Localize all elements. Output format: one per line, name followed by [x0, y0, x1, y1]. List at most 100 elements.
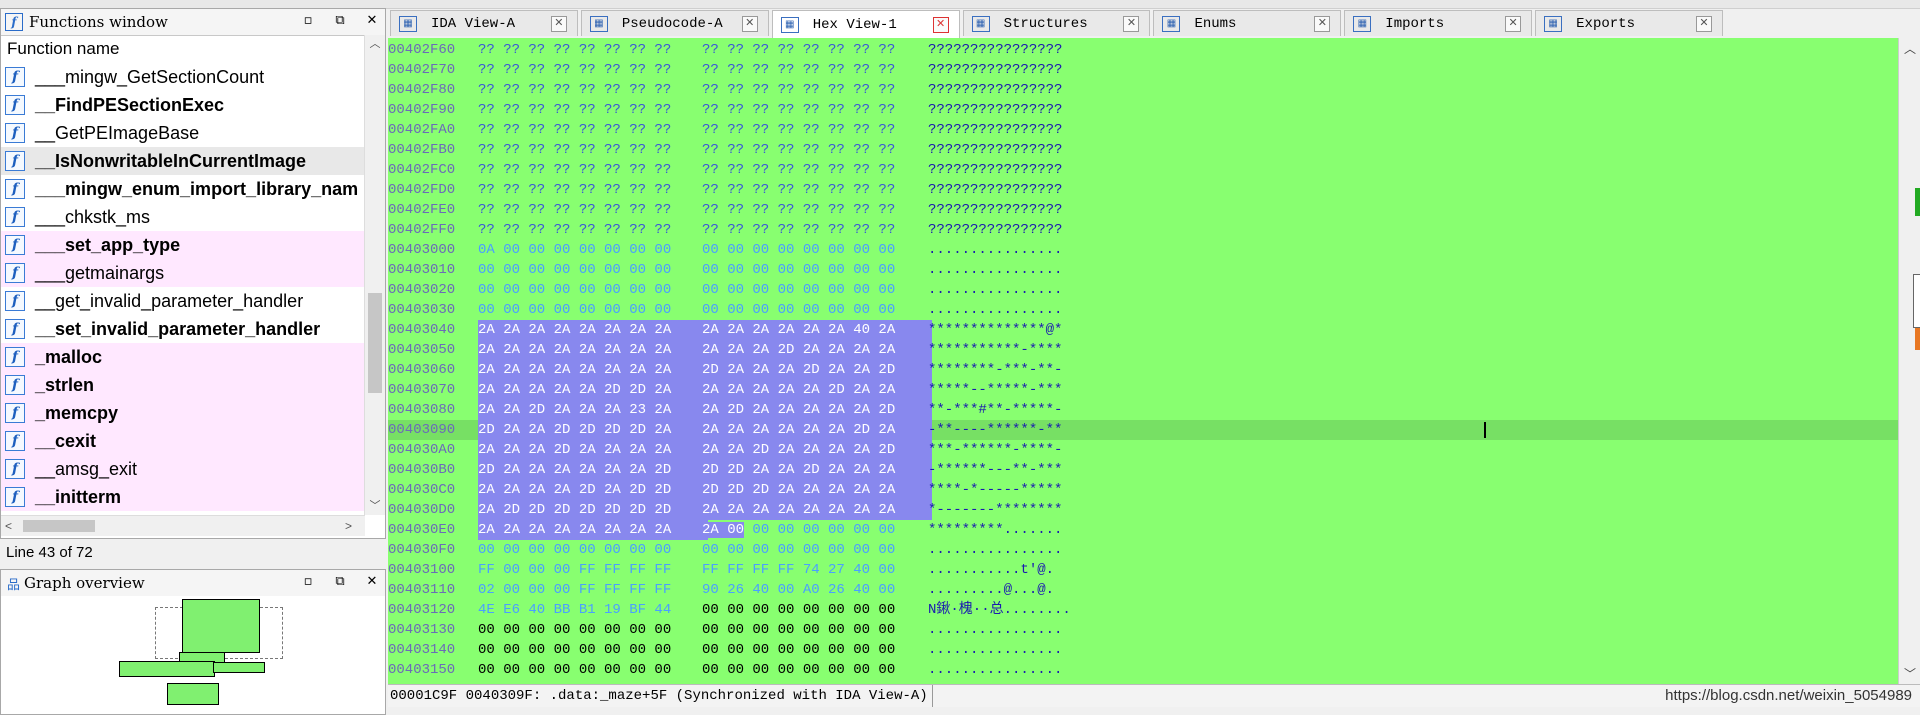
- function-list-item[interactable]: f ___chkstk_ms: [1, 203, 365, 231]
- hex-ascii[interactable]: ????????????????: [928, 180, 1062, 200]
- hex-bytes-group-2[interactable]: 00 00 00 00 00 00 00 00: [702, 280, 932, 300]
- tab-ida-view[interactable]: ▦ IDA View-A ✕: [390, 10, 578, 36]
- hex-bytes-group-2[interactable]: ?? ?? ?? ?? ?? ?? ?? ??: [702, 120, 932, 140]
- hex-bytes-group-2[interactable]: 2A 2A 2A 2A 2A 2D 2A 2A: [702, 380, 932, 400]
- tab-imports[interactable]: ▦ Imports ✕: [1344, 10, 1533, 36]
- hex-bytes-group-2[interactable]: 2D 2A 2A 2A 2D 2A 2A 2D: [702, 360, 932, 380]
- scroll-up-icon[interactable]: ︿: [365, 35, 385, 53]
- hex-bytes-group-1[interactable]: ?? ?? ?? ?? ?? ?? ?? ??: [478, 100, 708, 120]
- hex-bytes-group-2[interactable]: 2A 2A 2A 2A 2A 2A 2A 2A: [702, 500, 932, 520]
- hex-row[interactable]: 00402FB0 ?? ?? ?? ?? ?? ?? ?? ???? ?? ?? …: [388, 140, 1898, 160]
- hex-bytes-group-1[interactable]: 2A 2A 2A 2A 2A 2A 2A 2A: [478, 520, 708, 540]
- function-list-horizontal-scrollbar[interactable]: < >: [1, 515, 365, 536]
- hex-bytes-group-2[interactable]: 00 00 00 00 00 00 00 00: [702, 540, 932, 560]
- hex-ascii[interactable]: ................: [928, 620, 1062, 640]
- hex-bytes-group-1[interactable]: 00 00 00 00 00 00 00 00: [478, 260, 708, 280]
- function-name-column-header[interactable]: Function name: [1, 35, 371, 63]
- hex-bytes-group-1[interactable]: ?? ?? ?? ?? ?? ?? ?? ??: [478, 200, 708, 220]
- hex-bytes-group-2[interactable]: 2A 2D 2A 2A 2A 2A 2A 2D: [702, 400, 932, 420]
- minimize-icon[interactable]: ▫: [301, 574, 315, 589]
- hex-bytes-group-1[interactable]: 00 00 00 00 00 00 00 00: [478, 620, 708, 640]
- close-icon[interactable]: ✕: [365, 574, 379, 589]
- hex-bytes-group-1[interactable]: 00 00 00 00 00 00 00 00: [478, 660, 708, 680]
- hex-bytes-group-1[interactable]: 00 00 00 00 00 00 00 00: [478, 300, 708, 320]
- hex-row[interactable]: 004030B0 2D 2A 2A 2A 2A 2A 2A 2D 2D 2D 2A …: [388, 460, 1898, 480]
- hex-bytes-group-1[interactable]: 0A 00 00 00 00 00 00 00: [478, 240, 708, 260]
- float-icon[interactable]: ⧉: [333, 574, 347, 589]
- hex-row[interactable]: 00403120 4E E6 40 BB B1 19 BF 44 00 00 00 …: [388, 600, 1898, 620]
- hex-ascii[interactable]: ................: [928, 240, 1062, 260]
- hex-row[interactable]: 00403000 0A 00 00 00 00 00 00 00 00 00 00 …: [388, 240, 1898, 260]
- hex-row[interactable]: 004030A0 2A 2A 2A 2D 2A 2A 2A 2A 2A 2A 2D …: [388, 440, 1898, 460]
- hex-bytes-group-2[interactable]: 00 00 00 00 00 00 00 00: [702, 240, 932, 260]
- tab-close-icon[interactable]: ✕: [932, 16, 949, 33]
- function-list-item[interactable]: f __cexit: [1, 427, 365, 455]
- hex-row[interactable]: 00403020 00 00 00 00 00 00 00 00 00 00 00 …: [388, 280, 1898, 300]
- function-list-item[interactable]: f __get_invalid_parameter_handler: [1, 287, 365, 315]
- hex-bytes-group-2[interactable]: ?? ?? ?? ?? ?? ?? ?? ??: [702, 40, 932, 60]
- tab-pseudocode[interactable]: ▦ Pseudocode-A ✕: [580, 10, 769, 36]
- hex-ascii[interactable]: -**----******-**: [928, 420, 1062, 440]
- hex-row[interactable]: 00402FC0 ?? ?? ?? ?? ?? ?? ?? ???? ?? ?? …: [388, 160, 1898, 180]
- function-list-vertical-scrollbar[interactable]: ︿ ﹀: [364, 35, 385, 515]
- hex-bytes-group-2[interactable]: 2D 2D 2A 2A 2D 2A 2A 2A: [702, 460, 932, 480]
- hex-ascii[interactable]: *********.......: [928, 520, 1062, 540]
- scrollbar-thumb[interactable]: [1913, 274, 1920, 328]
- hex-bytes-group-1[interactable]: ?? ?? ?? ?? ?? ?? ?? ??: [478, 180, 708, 200]
- hex-row[interactable]: 004030F0 00 00 00 00 00 00 00 00 00 00 00 …: [388, 540, 1898, 560]
- hex-row[interactable]: 00402F70 ?? ?? ?? ?? ?? ?? ?? ???? ?? ?? …: [388, 60, 1898, 80]
- hex-bytes-group-2[interactable]: 90 26 40 00 A0 26 40 00: [702, 580, 932, 600]
- hex-bytes-group-2[interactable]: 2A 2A 2D 2A 2A 2A 2A 2D: [702, 440, 932, 460]
- scroll-left-icon[interactable]: <: [5, 516, 12, 536]
- hex-bytes-group-2[interactable]: 2A 2A 2A 2A 2A 2A 40 2A: [702, 320, 932, 340]
- hex-bytes-group-1[interactable]: 2A 2A 2A 2A 2A 2A 2A 2A: [478, 360, 708, 380]
- tab-structures[interactable]: ▦ Structures ✕: [962, 10, 1151, 36]
- minimize-icon[interactable]: ▫: [301, 13, 315, 28]
- hex-row[interactable]: 00402FA0 ?? ?? ?? ?? ?? ?? ?? ???? ?? ?? …: [388, 120, 1898, 140]
- hex-bytes-group-2[interactable]: ?? ?? ?? ?? ?? ?? ?? ??: [702, 60, 932, 80]
- hex-row[interactable]: 004030C0 2A 2A 2A 2A 2D 2A 2D 2D 2D 2D 2D …: [388, 480, 1898, 500]
- hex-ascii[interactable]: ................: [928, 660, 1062, 680]
- hex-ascii[interactable]: ...........t'@.: [928, 560, 1054, 580]
- hex-bytes-group-1[interactable]: 2A 2A 2A 2A 2A 2A 2A 2A: [478, 320, 708, 340]
- hex-bytes-group-2[interactable]: ?? ?? ?? ?? ?? ?? ?? ??: [702, 80, 932, 100]
- hex-bytes-group-2[interactable]: ?? ?? ?? ?? ?? ?? ?? ??: [702, 100, 932, 120]
- hex-bytes-group-1[interactable]: 00 00 00 00 00 00 00 00: [478, 280, 708, 300]
- hex-bytes-group-2[interactable]: 2A 2A 2A 2D 2A 2A 2A 2A: [702, 340, 932, 360]
- tab-enums[interactable]: ▦ Enums ✕: [1153, 10, 1342, 36]
- hex-bytes-group-1[interactable]: 2A 2A 2A 2A 2A 2D 2D 2A: [478, 380, 708, 400]
- tab-close-icon[interactable]: ✕: [1314, 15, 1331, 32]
- hex-ascii[interactable]: ????????????????: [928, 200, 1062, 220]
- hex-bytes-group-1[interactable]: ?? ?? ?? ?? ?? ?? ?? ??: [478, 220, 708, 240]
- hex-row[interactable]: 00403110 02 00 00 00 FF FF FF FF 90 26 40 …: [388, 580, 1898, 600]
- hex-ascii[interactable]: N鍬·槐··总........: [928, 600, 1071, 620]
- hex-bytes-group-1[interactable]: 2A 2D 2D 2D 2D 2D 2D 2D: [478, 500, 708, 520]
- hex-ascii[interactable]: ????????????????: [928, 160, 1062, 180]
- function-list-item[interactable]: f ___mingw_GetSectionCount: [1, 63, 365, 91]
- hex-ascii[interactable]: *****--*****-***: [928, 380, 1062, 400]
- hex-bytes-group-1[interactable]: ?? ?? ?? ?? ?? ?? ?? ??: [478, 80, 708, 100]
- hex-bytes-group-2[interactable]: 00 00 00 00 00 00 00 00: [702, 260, 932, 280]
- hex-bytes-group-1[interactable]: 2D 2A 2A 2D 2D 2D 2D 2A: [478, 420, 708, 440]
- function-list-item[interactable]: f __GetPEImageBase: [1, 119, 365, 147]
- hex-ascii[interactable]: ****-*-----*****: [928, 480, 1062, 500]
- hex-bytes-group-2[interactable]: 00 00 00 00 00 00 00 00: [702, 620, 932, 640]
- scrollbar-thumb[interactable]: [23, 520, 95, 532]
- hex-bytes-group-2[interactable]: ?? ?? ?? ?? ?? ?? ?? ??: [702, 140, 932, 160]
- hex-bytes-group-1[interactable]: 4E E6 40 BB B1 19 BF 44: [478, 600, 708, 620]
- hex-row[interactable]: 00402FE0 ?? ?? ?? ?? ?? ?? ?? ???? ?? ?? …: [388, 200, 1898, 220]
- hex-ascii[interactable]: -******---**-***: [928, 460, 1062, 480]
- hex-bytes-group-2[interactable]: 2A 2A 2A 2A 2A 2A 2D 2A: [702, 420, 932, 440]
- hex-bytes-group-2[interactable]: 00 00 00 00 00 00 00 00: [702, 300, 932, 320]
- hex-row[interactable]: 00403010 00 00 00 00 00 00 00 00 00 00 00 …: [388, 260, 1898, 280]
- tab-close-icon[interactable]: ✕: [741, 15, 758, 32]
- hex-bytes-group-1[interactable]: ?? ?? ?? ?? ?? ?? ?? ??: [478, 140, 708, 160]
- hex-ascii[interactable]: ................: [928, 280, 1062, 300]
- hex-row[interactable]: 00403030 00 00 00 00 00 00 00 00 00 00 00 …: [388, 300, 1898, 320]
- hex-bytes-group-2[interactable]: 00 00 00 00 00 00 00 00: [702, 660, 932, 680]
- function-list-item[interactable]: f __IsNonwritableInCurrentImage: [1, 147, 365, 175]
- hex-bytes-group-1[interactable]: ?? ?? ?? ?? ?? ?? ?? ??: [478, 120, 708, 140]
- hex-bytes-group-2[interactable]: 2D 2D 2D 2A 2A 2A 2A 2A: [702, 480, 932, 500]
- function-list-item[interactable]: f __FindPESectionExec: [1, 91, 365, 119]
- hex-bytes-group-1[interactable]: FF 00 00 00 FF FF FF FF: [478, 560, 708, 580]
